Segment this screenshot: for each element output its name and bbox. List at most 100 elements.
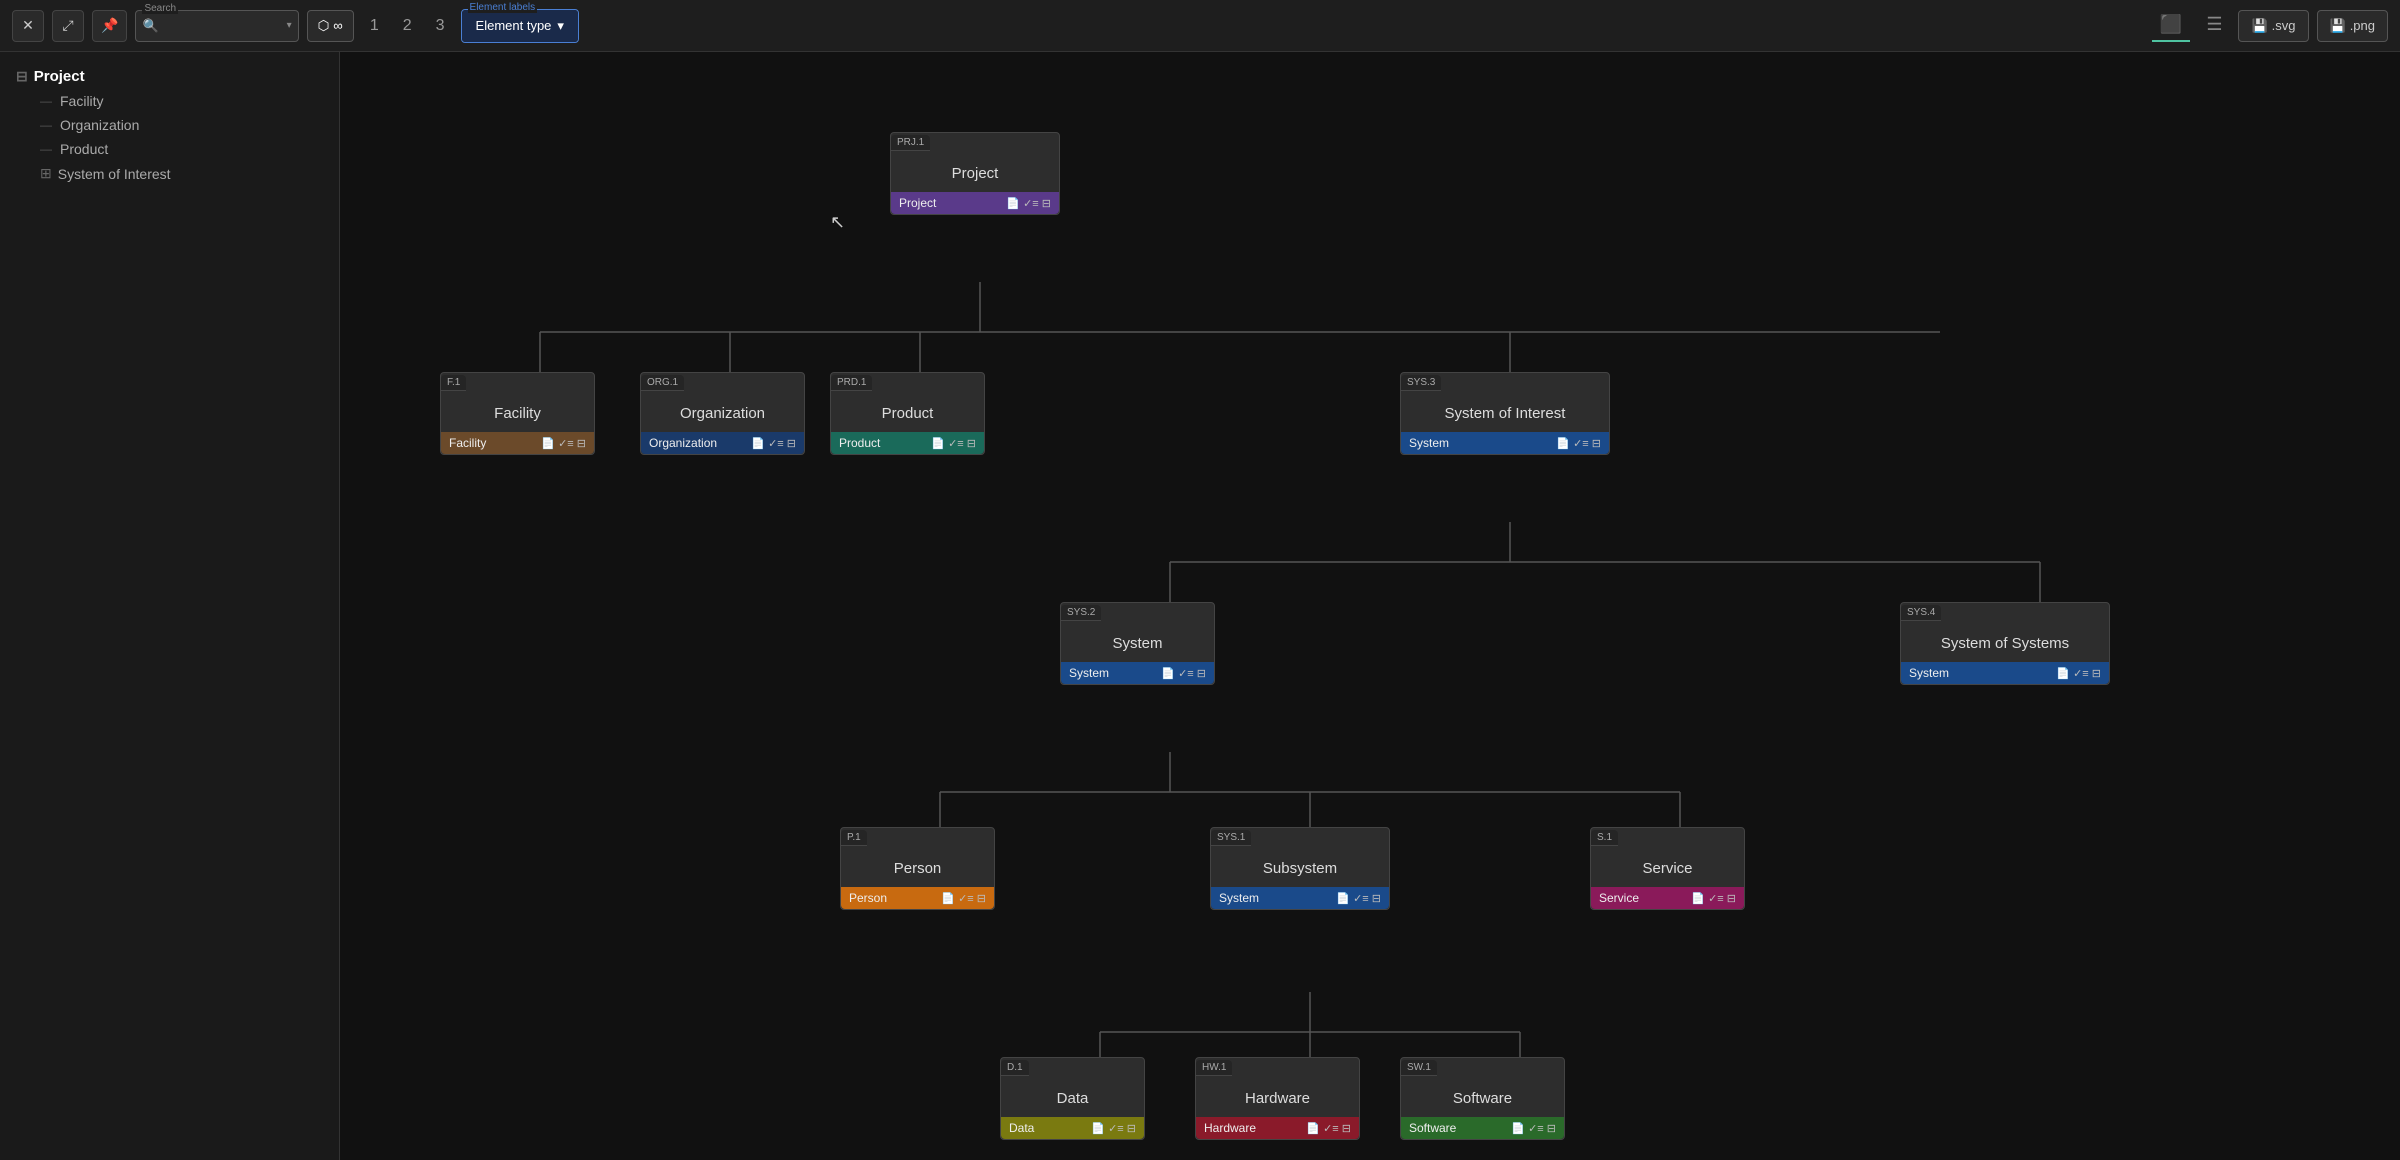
sidebar-item-system-of-interest[interactable]: ⊞ System of Interest bbox=[0, 161, 339, 186]
node-subsystem-icons: 📄 ✓≡ ⊟ bbox=[1336, 892, 1381, 905]
node-soi[interactable]: SYS.3 System of Interest System 📄 ✓≡ ⊟ bbox=[1400, 372, 1610, 455]
node-hardware-icons: 📄 ✓≡ ⊟ bbox=[1306, 1122, 1351, 1135]
search-icon: 🔍 bbox=[142, 18, 158, 34]
node-sos[interactable]: SYS.4 System of Systems System 📄 ✓≡ ⊟ bbox=[1900, 602, 2110, 685]
node-subsystem-title: Subsystem bbox=[1211, 846, 1389, 887]
sidebar-organization-label: Organization bbox=[60, 117, 139, 133]
export-svg-button[interactable]: 💾 .svg bbox=[2238, 10, 2308, 42]
layers-button[interactable]: ⬡ ∞ bbox=[307, 10, 354, 42]
node-org-icons: 📄 ✓≡ ⊟ bbox=[751, 437, 796, 450]
toolbar: ✕ ⤢ 📌 Search 🔍 ▾ ⬡ ∞ 1 2 3 Element label… bbox=[0, 0, 2400, 52]
search-label: Search bbox=[142, 3, 178, 14]
sidebar-item-organization[interactable]: — Organization bbox=[0, 113, 339, 137]
node-software-icons: 📄 ✓≡ ⊟ bbox=[1511, 1122, 1556, 1135]
sidebar-root-label: Project bbox=[34, 68, 85, 85]
element-labels-group: Element labels Element type ▾ bbox=[461, 9, 579, 43]
node-soi-title: System of Interest bbox=[1401, 391, 1609, 432]
node-sos-icons: 📄 ✓≡ ⊟ bbox=[2056, 667, 2101, 680]
collapse-icon: ⊟ bbox=[16, 68, 28, 85]
node-subsystem[interactable]: SYS.1 Subsystem System 📄 ✓≡ ⊟ bbox=[1210, 827, 1390, 910]
node-service-title: Service bbox=[1591, 846, 1744, 887]
node-subsystem-footer: System 📄 ✓≡ ⊟ bbox=[1211, 887, 1389, 909]
node-person[interactable]: P.1 Person Person 📄 ✓≡ ⊟ bbox=[840, 827, 995, 910]
main-layout: ⊟ Project — Facility — Organization — Pr… bbox=[0, 52, 2400, 1160]
expand-icon: ⊞ bbox=[40, 165, 52, 182]
dash-icon: — bbox=[40, 118, 52, 132]
node-service[interactable]: S.1 Service Service 📄 ✓≡ ⊟ bbox=[1590, 827, 1745, 910]
node-hardware-id: HW.1 bbox=[1196, 1060, 1232, 1076]
node-service-footer: Service 📄 ✓≡ ⊟ bbox=[1591, 887, 1744, 909]
node-org-title: Organization bbox=[641, 391, 804, 432]
node-data-id: D.1 bbox=[1001, 1060, 1029, 1076]
node-facility[interactable]: F.1 Facility Facility 📄 ✓≡ ⊟ bbox=[440, 372, 595, 455]
node-data-footer: Data 📄 ✓≡ ⊟ bbox=[1001, 1117, 1144, 1139]
sidebar: ⊟ Project — Facility — Organization — Pr… bbox=[0, 52, 340, 1160]
node-soi-id: SYS.3 bbox=[1401, 375, 1441, 391]
element-type-label: Element type bbox=[476, 18, 552, 33]
search-group: Search 🔍 ▾ bbox=[135, 10, 298, 42]
diagram-canvas[interactable]: ↖ PRJ.1 Project Project 📄 ✓≡ ⊟ F.1 Facil… bbox=[340, 52, 2400, 1160]
tree-view-button[interactable]: ⬛ bbox=[2152, 10, 2190, 42]
node-subsystem-id: SYS.1 bbox=[1211, 830, 1251, 846]
node-facility-title: Facility bbox=[441, 391, 594, 432]
sidebar-product-label: Product bbox=[60, 141, 108, 157]
node-service-icons: 📄 ✓≡ ⊟ bbox=[1691, 892, 1736, 905]
node-person-title: Person bbox=[841, 846, 994, 887]
node-product[interactable]: PRD.1 Product Product 📄 ✓≡ ⊟ bbox=[830, 372, 985, 455]
list-icon: ☰ bbox=[2206, 14, 2222, 34]
node-product-title: Product bbox=[831, 391, 984, 432]
node-product-footer: Product 📄 ✓≡ ⊟ bbox=[831, 432, 984, 454]
node-person-footer: Person 📄 ✓≡ ⊟ bbox=[841, 887, 994, 909]
node-sos-footer: System 📄 ✓≡ ⊟ bbox=[1901, 662, 2109, 684]
search-input[interactable] bbox=[163, 18, 283, 33]
node-project-id: PRJ.1 bbox=[891, 135, 930, 151]
expand-button[interactable]: ⤢ bbox=[52, 10, 84, 42]
node-soi-footer: System 📄 ✓≡ ⊟ bbox=[1401, 432, 1609, 454]
sidebar-item-project[interactable]: ⊟ Project bbox=[0, 64, 339, 89]
tree-icon: ⬛ bbox=[2160, 14, 2182, 34]
element-type-button[interactable]: Element type ▾ bbox=[462, 10, 578, 42]
node-service-id: S.1 bbox=[1591, 830, 1618, 846]
level1-button[interactable]: 1 bbox=[362, 10, 387, 42]
close-button[interactable]: ✕ bbox=[12, 10, 44, 42]
node-org-id: ORG.1 bbox=[641, 375, 684, 391]
sidebar-item-facility[interactable]: — Facility bbox=[0, 89, 339, 113]
pin-button[interactable]: 📌 bbox=[92, 10, 127, 42]
node-software-footer: Software 📄 ✓≡ ⊟ bbox=[1401, 1117, 1564, 1139]
node-data-title: Data bbox=[1001, 1076, 1144, 1117]
node-hardware[interactable]: HW.1 Hardware Hardware 📄 ✓≡ ⊟ bbox=[1195, 1057, 1360, 1140]
node-organization[interactable]: ORG.1 Organization Organization 📄 ✓≡ ⊟ bbox=[640, 372, 805, 455]
node-sos-id: SYS.4 bbox=[1901, 605, 1941, 621]
node-data[interactable]: D.1 Data Data 📄 ✓≡ ⊟ bbox=[1000, 1057, 1145, 1140]
node-hardware-title: Hardware bbox=[1196, 1076, 1359, 1117]
node-software[interactable]: SW.1 Software Software 📄 ✓≡ ⊟ bbox=[1400, 1057, 1565, 1140]
level3-button[interactable]: 3 bbox=[428, 10, 453, 42]
node-system2-icons: 📄 ✓≡ ⊟ bbox=[1161, 667, 1206, 680]
node-hardware-footer: Hardware 📄 ✓≡ ⊟ bbox=[1196, 1117, 1359, 1139]
export-png-button[interactable]: 💾 .png bbox=[2317, 10, 2389, 42]
node-project-icons: 📄 ✓≡ ⊟ bbox=[1006, 197, 1051, 210]
node-soi-icons: 📄 ✓≡ ⊟ bbox=[1556, 437, 1601, 450]
dash-icon: — bbox=[40, 142, 52, 156]
node-system2-id: SYS.2 bbox=[1061, 605, 1101, 621]
level2-button[interactable]: 2 bbox=[395, 10, 420, 42]
element-type-chevron: ▾ bbox=[557, 18, 564, 34]
list-view-button[interactable]: ☰ bbox=[2198, 10, 2230, 42]
layers-label: ∞ bbox=[333, 18, 343, 33]
png-label: .png bbox=[2350, 18, 2375, 33]
sidebar-facility-label: Facility bbox=[60, 93, 104, 109]
node-facility-icons: 📄 ✓≡ ⊟ bbox=[541, 437, 586, 450]
dash-icon: — bbox=[40, 94, 52, 108]
node-data-icons: 📄 ✓≡ ⊟ bbox=[1091, 1122, 1136, 1135]
chevron-down-icon: ▾ bbox=[287, 20, 292, 31]
element-labels-label: Element labels bbox=[468, 2, 538, 13]
node-product-icons: 📄 ✓≡ ⊟ bbox=[931, 437, 976, 450]
node-facility-id: F.1 bbox=[441, 375, 466, 391]
node-person-icons: 📄 ✓≡ ⊟ bbox=[941, 892, 986, 905]
node-sos-title: System of Systems bbox=[1901, 621, 2109, 662]
svg-label: .svg bbox=[2272, 18, 2296, 33]
node-project[interactable]: PRJ.1 Project Project 📄 ✓≡ ⊟ bbox=[890, 132, 1060, 215]
node-project-title: Project bbox=[891, 151, 1059, 192]
sidebar-item-product[interactable]: — Product bbox=[0, 137, 339, 161]
node-system2[interactable]: SYS.2 System System 📄 ✓≡ ⊟ bbox=[1060, 602, 1215, 685]
